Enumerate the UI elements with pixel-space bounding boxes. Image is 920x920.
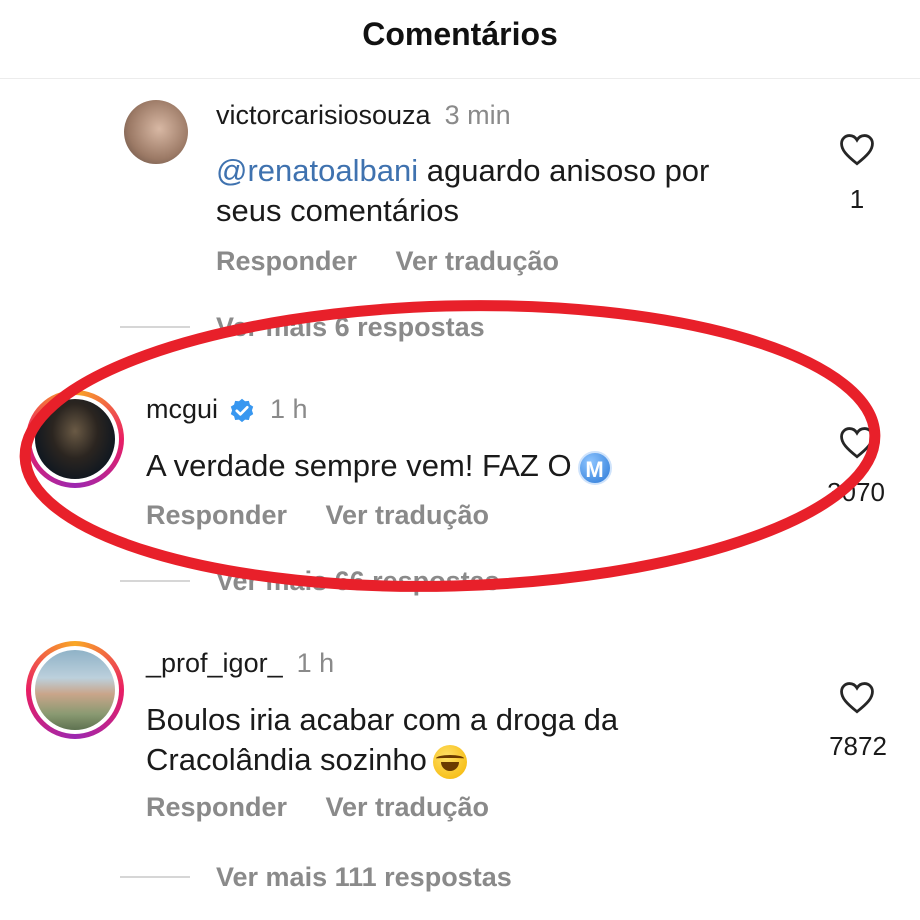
comment-actions: Responder Ver tradução <box>146 792 489 823</box>
red-ellipse-annotation <box>19 300 881 592</box>
username[interactable]: _prof_igor_ <box>146 648 283 678</box>
avatar-story-ring[interactable] <box>26 641 124 739</box>
comment-text: Boulos iria acabar com a droga da Cracol… <box>146 700 618 780</box>
comment-text-line1: Boulos iria acabar com a droga da <box>146 702 619 737</box>
timestamp: 1 h <box>296 648 335 678</box>
translate-button[interactable]: Ver tradução <box>325 792 489 822</box>
reply-button[interactable]: Responder <box>146 792 287 822</box>
heart-icon[interactable] <box>838 680 876 719</box>
replies-divider <box>120 876 190 878</box>
view-more-replies[interactable]: Ver mais 111 respostas <box>216 862 512 893</box>
like-count: 7872 <box>829 731 887 761</box>
avatar <box>35 650 115 730</box>
comment-meta: _prof_igor_ 1 h <box>146 648 334 679</box>
laughing-emoji-icon <box>432 744 467 779</box>
comment-text-line2: Cracolândia sozinho <box>146 742 427 777</box>
